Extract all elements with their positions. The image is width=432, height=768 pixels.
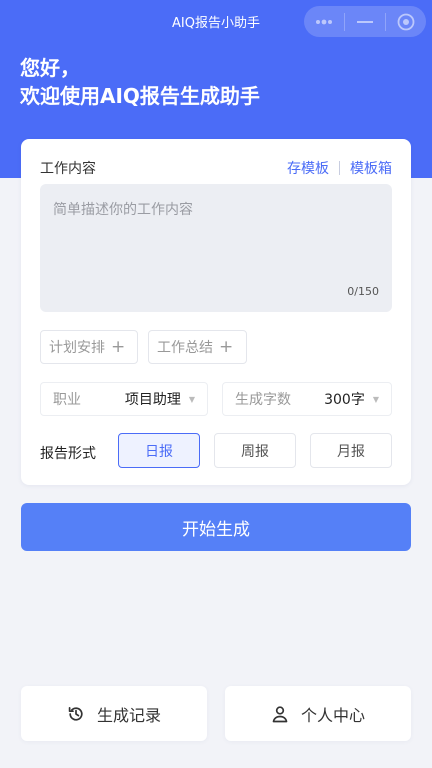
format-monthly-button[interactable]: 月报	[310, 433, 392, 468]
format-weekly-button[interactable]: 周报	[214, 433, 296, 468]
chip-summary[interactable]: 工作总结 +	[148, 330, 247, 364]
caret-down-icon: ▼	[188, 394, 195, 404]
greeting: 您好， 欢迎使用AIQ报告生成助手	[20, 54, 260, 110]
start-generate-button[interactable]: 开始生成	[21, 503, 411, 551]
history-button[interactable]: 生成记录	[21, 686, 207, 741]
title-bar: AIQ报告小助手	[0, 0, 432, 42]
work-content-header: 工作内容 存模板 模板箱	[40, 158, 392, 178]
chip-plan-label: 计划安排	[49, 340, 105, 356]
occupation-select[interactable]: 职业 项目助理 ▼	[40, 382, 208, 416]
more-dots-icon[interactable]	[304, 6, 344, 37]
save-template-link[interactable]: 存模板	[287, 158, 329, 178]
word-count-value: 300字	[324, 392, 365, 408]
chip-summary-label: 工作总结	[157, 340, 213, 356]
user-icon	[272, 705, 288, 722]
template-links: 存模板 模板箱	[287, 158, 392, 178]
caret-down-icon: ▼	[372, 394, 379, 404]
profile-button[interactable]: 个人中心	[225, 686, 411, 741]
work-content-label: 工作内容	[40, 161, 96, 177]
word-count-label: 生成字数	[235, 392, 291, 408]
word-count-select[interactable]: 生成字数 300字 ▼	[222, 382, 392, 416]
chip-plan[interactable]: 计划安排 +	[40, 330, 138, 364]
work-content-textarea[interactable]: 简单描述你的工作内容 0/150	[40, 184, 392, 312]
minus-icon[interactable]	[345, 6, 385, 37]
link-divider	[339, 161, 340, 175]
report-form-card: 工作内容 存模板 模板箱 简单描述你的工作内容 0/150 计划安排 + 工作总…	[21, 139, 411, 485]
report-format-label: 报告形式	[40, 446, 96, 462]
history-label: 生成记录	[96, 705, 161, 725]
textarea-placeholder: 简单描述你的工作内容	[53, 202, 193, 218]
mini-program-capsule	[304, 6, 426, 37]
template-box-link[interactable]: 模板箱	[350, 158, 392, 178]
history-icon	[68, 706, 83, 721]
target-close-icon[interactable]	[386, 6, 426, 37]
plus-icon: +	[219, 337, 234, 357]
plus-icon: +	[111, 337, 126, 357]
greeting-line-2: 欢迎使用AIQ报告生成助手	[20, 84, 260, 108]
format-daily-button[interactable]: 日报	[118, 433, 200, 468]
occupation-label: 职业	[53, 392, 81, 408]
greeting-line-1: 您好，	[20, 56, 80, 80]
char-counter: 0/150	[347, 285, 379, 298]
profile-label: 个人中心	[300, 705, 365, 725]
occupation-value: 项目助理	[124, 392, 181, 408]
